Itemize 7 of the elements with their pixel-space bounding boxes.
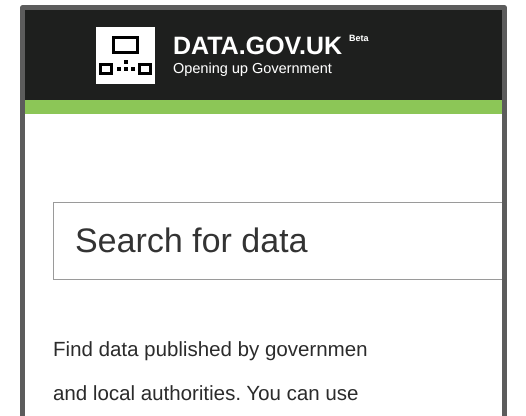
logo-icon — [96, 27, 155, 84]
site-title[interactable]: DATA.GOV.UK — [173, 33, 342, 59]
intro-text-line: Find data published by governmen — [53, 337, 369, 363]
intro-text-line: and local authorities. You can use — [53, 381, 360, 407]
search-field[interactable]: Search for data — [53, 202, 502, 280]
beta-label: Beta — [349, 33, 369, 43]
site-tagline: Opening up Government — [173, 60, 333, 78]
